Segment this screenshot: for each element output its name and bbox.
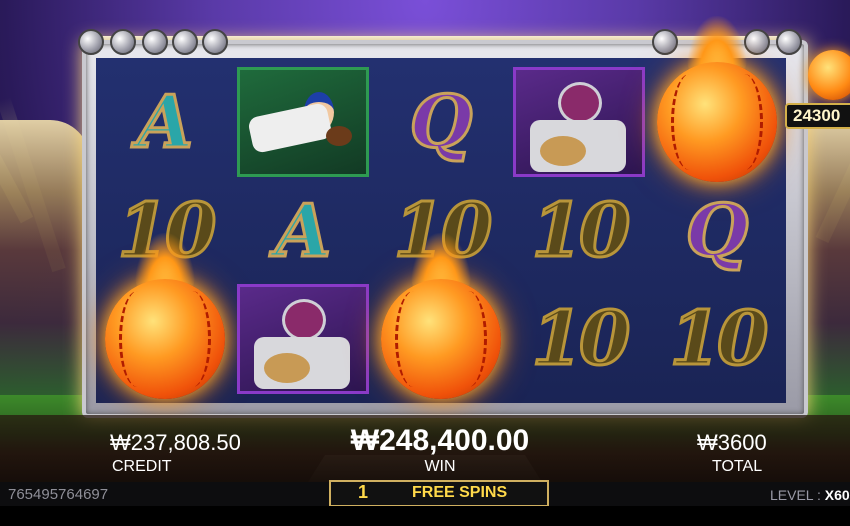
symbol-10: 10	[668, 296, 770, 382]
bolt-icon	[652, 29, 678, 55]
reel-cell	[96, 233, 234, 403]
symbol-10: 10	[530, 187, 632, 274]
baseball-player-icon	[513, 67, 645, 177]
level-value: X60	[824, 487, 850, 503]
free-spins-count: 1	[358, 482, 369, 502]
fireball-icon	[808, 50, 850, 100]
level-label: LEVEL :	[770, 487, 821, 503]
baseball-glove-icon	[264, 353, 310, 383]
free-spins-label: FREE SPINS	[412, 484, 508, 501]
reel-cell: 10	[510, 186, 648, 275]
stadium-left	[0, 120, 90, 410]
reel-cell: Q	[648, 186, 786, 275]
bolt-icon	[202, 29, 228, 55]
round-id: 765495764697	[8, 486, 109, 503]
symbol-a: A	[136, 79, 195, 164]
bolt-icon	[110, 29, 136, 55]
bolt-icon	[78, 29, 104, 55]
total-bet-label: TOTAL	[712, 458, 763, 475]
fireball-icon	[377, 233, 505, 403]
win-value: ₩248,400.00	[350, 424, 530, 457]
symbol-10: 10	[530, 296, 632, 382]
reel-cell	[234, 58, 372, 186]
baseball-glove-icon	[326, 126, 352, 146]
reel-cell: 10	[510, 275, 648, 403]
fireball-icon	[653, 16, 781, 186]
catcher-mask-icon	[282, 299, 326, 341]
baseball-player-icon	[237, 67, 369, 177]
reel-cell: Q	[372, 58, 510, 186]
symbol-q: Q	[408, 79, 474, 164]
player-uniform	[247, 102, 333, 154]
baseball-glove-icon	[540, 136, 586, 166]
total-bet-value: ₩3600	[697, 430, 767, 455]
level-indicator: LEVEL : X60	[770, 487, 850, 503]
symbol-a: A	[274, 187, 333, 273]
reel-cell: A	[96, 58, 234, 186]
reel-cell: A	[234, 186, 372, 275]
reel-cell	[510, 58, 648, 186]
baseball-player-icon	[237, 284, 369, 394]
reel-cell: 10	[648, 275, 786, 403]
bolt-icon	[142, 29, 168, 55]
reel-cell	[372, 233, 510, 403]
credit-label: CREDIT	[112, 458, 172, 475]
bolt-icon	[776, 29, 802, 55]
bolt-icon	[744, 29, 770, 55]
credit-value: ₩237,808.50	[110, 430, 241, 455]
bolt-icon	[172, 29, 198, 55]
reel-cell	[234, 275, 372, 403]
side-pot-value: 24300	[785, 103, 850, 129]
reel-cell	[648, 16, 786, 186]
symbol-q: Q	[684, 187, 750, 273]
catcher-mask-icon	[558, 82, 602, 124]
fireball-icon	[101, 233, 229, 403]
footer-bar	[0, 506, 850, 526]
win-label: WIN	[424, 458, 456, 475]
reel-grid: A Q 10 A 10 10 Q 10 10	[96, 16, 786, 403]
